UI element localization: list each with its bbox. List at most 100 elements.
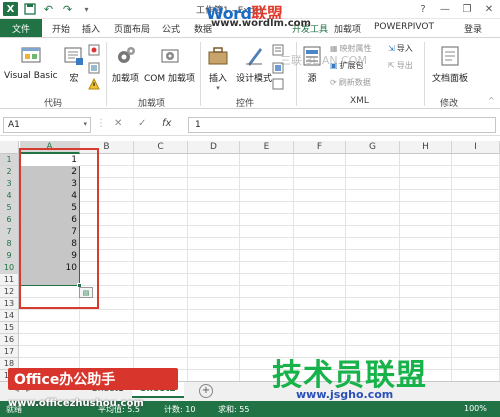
row-header-16[interactable]: 16	[0, 334, 19, 346]
row-header-5[interactable]: 5	[0, 202, 19, 214]
qat-dropdown-icon[interactable]: ▾	[79, 2, 94, 16]
formula-input[interactable]: 1	[188, 117, 496, 133]
row-header-4[interactable]: 4	[0, 190, 19, 202]
jsgho-url-watermark: www.jsgho.com	[296, 388, 394, 401]
save-icon[interactable]	[22, 2, 37, 16]
row-header-9[interactable]: 9	[0, 250, 19, 262]
tab-file[interactable]: 文件	[0, 19, 42, 37]
login-link[interactable]: 登录	[464, 22, 482, 35]
name-box[interactable]: A1 ▾	[3, 117, 91, 133]
spreadsheet-grid[interactable]: ABCDEFGHI 12345678910111213141516171819 …	[0, 141, 500, 382]
tab-addins[interactable]: 加载项	[334, 22, 361, 35]
row-header-14[interactable]: 14	[0, 310, 19, 322]
tab-home[interactable]: 开始	[52, 22, 70, 35]
refresh-data-button[interactable]: ⟳ 刷新数据	[330, 77, 371, 88]
annotation-highlight-box	[19, 148, 99, 309]
column-header-g[interactable]: G	[346, 141, 400, 154]
status-sum: 求和: 55	[218, 405, 250, 414]
status-count: 计数: 10	[164, 405, 196, 414]
modify-group-label: 修改	[440, 99, 459, 109]
insert-function-icon[interactable]: fx	[162, 118, 171, 129]
grid-column-line	[293, 154, 294, 381]
minimize-button[interactable]: —	[434, 0, 456, 18]
undo-icon[interactable]: ↶	[41, 2, 56, 16]
addins-group-label: 加载项	[138, 99, 166, 109]
grid-row-line	[19, 333, 500, 334]
cancel-icon[interactable]: ✕	[114, 118, 122, 129]
row-header-1[interactable]: 1	[0, 154, 19, 166]
insert-dropdown-icon: ▾	[216, 84, 220, 92]
column-header-i[interactable]: I	[452, 141, 500, 154]
com-addin-button[interactable]: COM 加载项	[144, 44, 195, 84]
code-group-label: 代码	[44, 99, 63, 109]
design-mode-button[interactable]: 设计模式	[236, 44, 272, 84]
ribbon-separator	[106, 42, 107, 106]
formula-bar: A1 ▾ ⋮ ✕ ✓ fx 1	[0, 114, 500, 136]
row-header-6[interactable]: 6	[0, 214, 19, 226]
grid-column-line	[399, 154, 400, 381]
tab-powerpivot[interactable]: POWERPIVOT	[374, 22, 434, 32]
macro-security-icon[interactable]	[88, 78, 100, 90]
export-button[interactable]: ⇱ 导出	[388, 60, 413, 71]
xml-group-label: XML	[350, 96, 369, 106]
row-header-2[interactable]: 2	[0, 166, 19, 178]
tab-formulas[interactable]: 公式	[162, 22, 180, 35]
import-icon: ⇲	[388, 44, 395, 53]
visual-basic-button[interactable]: Visual Basic	[4, 44, 58, 81]
document-panel-icon	[438, 44, 462, 68]
column-header-d[interactable]: D	[188, 141, 240, 154]
row-header-12[interactable]: 12	[0, 286, 19, 298]
close-button[interactable]: ✕	[478, 0, 500, 18]
column-header-f[interactable]: F	[294, 141, 346, 154]
design-mode-icon	[242, 44, 266, 68]
column-header-h[interactable]: H	[400, 141, 452, 154]
tab-page-layout[interactable]: 页面布局	[114, 22, 150, 35]
row-header-15[interactable]: 15	[0, 322, 19, 334]
grid-row-line	[19, 309, 500, 310]
restore-button[interactable]: ❐	[456, 0, 478, 18]
zoom-level[interactable]: 100%	[464, 404, 487, 413]
import-button[interactable]: ⇲ 导入	[388, 43, 413, 54]
enter-icon[interactable]: ✓	[138, 118, 146, 129]
column-header-e[interactable]: E	[240, 141, 294, 154]
column-header-c[interactable]: C	[134, 141, 188, 154]
row-header-8[interactable]: 8	[0, 238, 19, 250]
select-all-corner[interactable]	[0, 141, 19, 154]
collapse-ribbon-icon[interactable]: ^	[488, 96, 495, 105]
redo-icon[interactable]: ↷	[60, 2, 75, 16]
relative-ref-icon[interactable]	[88, 62, 100, 74]
row-header-7[interactable]: 7	[0, 226, 19, 238]
insert-control-button[interactable]: 插入 ▾	[206, 44, 230, 92]
formula-bar-grip-icon: ⋮	[96, 118, 106, 129]
macro-icon	[62, 44, 86, 68]
export-icon: ⇱	[388, 61, 395, 70]
gear-icon	[114, 44, 138, 68]
excel-logo-icon: X	[3, 2, 18, 16]
help-icon[interactable]: ?	[412, 0, 434, 18]
record-macro-icon[interactable]	[88, 44, 100, 56]
grid-column-line	[345, 154, 346, 381]
name-box-dropdown-icon[interactable]: ▾	[83, 120, 87, 128]
grid-column-line	[239, 154, 240, 381]
macro-button[interactable]: 宏	[62, 44, 86, 84]
com-addin-icon	[158, 44, 182, 68]
row-header-11[interactable]: 11	[0, 274, 19, 286]
grid-column-line	[187, 154, 188, 381]
refresh-icon: ⟳	[330, 78, 337, 87]
grid-row-line	[19, 321, 500, 322]
window-controls: ? — ❐ ✕	[412, 0, 500, 18]
row-header-13[interactable]: 13	[0, 298, 19, 310]
tab-data[interactable]: 数据	[194, 22, 212, 35]
row-header-3[interactable]: 3	[0, 178, 19, 190]
run-dialog-icon[interactable]	[272, 78, 284, 90]
add-sheet-button[interactable]: +	[199, 384, 213, 398]
row-header-17[interactable]: 17	[0, 346, 19, 358]
sanlian-watermark: 三联 3LIAN.COM	[280, 54, 367, 67]
grid-row-line	[19, 357, 500, 358]
ribbon: Visual Basic 宏 代码 加载项 COM 加载项 加载项 插入 ▾ 设…	[0, 37, 500, 109]
row-header-10[interactable]: 10	[0, 262, 19, 274]
tab-insert[interactable]: 插入	[82, 22, 100, 35]
document-panel-button[interactable]: 文档面板	[432, 44, 468, 84]
addin-button[interactable]: 加载项	[112, 44, 139, 84]
toolbox-icon	[206, 44, 230, 68]
